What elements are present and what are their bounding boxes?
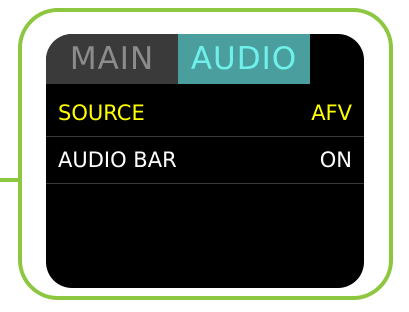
tab-audio-label: AUDIO xyxy=(190,41,298,77)
callout-stage: MAIN AUDIO SOURCE AFV AUDIO BAR ON xyxy=(0,0,409,312)
menu-item-audio-bar-value: ON xyxy=(319,148,352,172)
menu-item-source-label: SOURCE xyxy=(58,101,145,125)
tab-bar: MAIN AUDIO xyxy=(46,34,364,84)
menu-item-source[interactable]: SOURCE AFV xyxy=(46,90,364,137)
tab-main[interactable]: MAIN xyxy=(46,34,178,84)
menu-item-source-value: AFV xyxy=(311,101,352,125)
device-screen: MAIN AUDIO SOURCE AFV AUDIO BAR ON xyxy=(46,34,364,288)
menu-item-audio-bar-label: AUDIO BAR xyxy=(58,148,177,172)
tab-audio[interactable]: AUDIO xyxy=(178,34,310,84)
tab-main-label: MAIN xyxy=(69,41,155,77)
menu-item-audio-bar[interactable]: AUDIO BAR ON xyxy=(46,137,364,184)
